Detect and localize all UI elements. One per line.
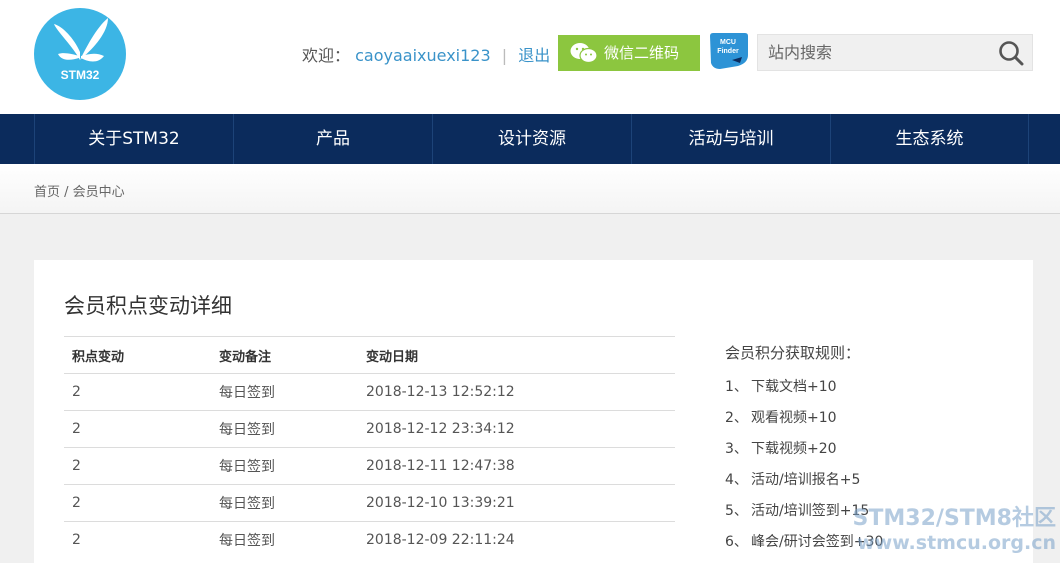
logo-text: STM32	[60, 68, 100, 82]
table-row: 2 每日签到 2018-12-11 12:47:38	[64, 447, 675, 485]
table-row: 2 每日签到 2018-12-12 23:34:12	[64, 410, 675, 448]
cell-points: 2	[64, 410, 211, 448]
search-input[interactable]	[768, 35, 988, 70]
wechat-icon	[570, 43, 598, 64]
table-row: 2 每日签到 2018-12-10 13:39:21	[64, 484, 675, 522]
table-row: 2 每日签到 2018-12-09 22:11:24	[64, 521, 675, 558]
cell-date: 2018-12-10 13:39:21	[358, 484, 675, 522]
rule-number: 4、	[725, 472, 748, 488]
nav-item-design-resources[interactable]: 设计资源	[432, 114, 631, 164]
rule-text: 下载视频+20	[751, 441, 837, 457]
points-table: 积点变动 变动备注 变动日期 2 每日签到 2018-12-13 12:52:1…	[64, 336, 675, 558]
rules-title: 会员积分获取规则：	[725, 344, 861, 362]
wechat-label: 微信二维码	[604, 44, 680, 62]
search-box	[757, 34, 1033, 71]
column-header-points: 积点变动	[64, 336, 211, 374]
rule-text: 活动/培训签到+15	[751, 503, 870, 519]
rule-item: 1、 下载文档+10	[725, 376, 883, 407]
cell-points: 2	[64, 484, 211, 522]
logout-link[interactable]: 退出	[518, 46, 550, 65]
table-header-row: 积点变动 变动备注 变动日期	[64, 336, 675, 374]
butterfly-icon	[54, 18, 108, 62]
cell-points: 2	[64, 521, 211, 558]
cell-points: 2	[64, 447, 211, 485]
rule-text: 峰会/研讨会签到+30	[751, 534, 884, 550]
nav-item-products[interactable]: 产品	[233, 114, 432, 164]
cell-date: 2018-12-11 12:47:38	[358, 447, 675, 485]
rule-number: 2、	[725, 410, 748, 426]
column-header-date: 变动日期	[358, 336, 675, 374]
cell-remark: 每日签到	[211, 373, 358, 411]
breadcrumb-bar: 首页 / 会员中心	[0, 164, 1060, 214]
nav-item-ecosystem[interactable]: 生态系统	[830, 114, 1029, 164]
rule-number: 5、	[725, 503, 748, 519]
cell-remark: 每日签到	[211, 521, 358, 558]
cell-remark: 每日签到	[211, 447, 358, 485]
rule-text: 活动/培训报名+5	[751, 472, 861, 488]
mcu-finder-icon[interactable]: MCU Finder	[710, 33, 748, 69]
rule-text: 下载文档+10	[751, 379, 837, 395]
wechat-qrcode-button[interactable]: 微信二维码	[558, 35, 700, 71]
column-header-remark: 变动备注	[211, 336, 358, 374]
cell-date: 2018-12-09 22:11:24	[358, 521, 675, 558]
search-icon[interactable]	[998, 40, 1024, 66]
table-row: 2 每日签到 2018-12-13 12:52:12	[64, 373, 675, 411]
site-header: STM32 欢迎： caoyaaixuexi123 | 退出 微信二维码 MCU…	[0, 0, 1060, 114]
points-rules: 会员积分获取规则： 1、 下载文档+10 2、 观看视频+10 3、 下载视频+20 …	[725, 342, 883, 562]
main-nav: 关于STM32 产品 设计资源 活动与培训 生态系统	[0, 114, 1060, 164]
rule-number: 1、	[725, 379, 748, 395]
cell-remark: 每日签到	[211, 484, 358, 522]
rule-item: 3、 下载视频+20	[725, 438, 883, 469]
mcu-finder-line1: MCU	[720, 39, 736, 46]
breadcrumb-current-link[interactable]: 会员中心	[73, 185, 125, 200]
mcu-finder-line2: Finder	[717, 48, 739, 55]
breadcrumb-divider: /	[60, 185, 73, 200]
breadcrumb: 首页 / 会员中心	[34, 181, 125, 200]
page-title: 会员积点变动详细	[64, 294, 232, 318]
content-panel: 会员积点变动详细 积点变动 变动备注 变动日期 2 每日签到 2018-12-1…	[34, 260, 1033, 563]
welcome-label: 欢迎：	[302, 46, 351, 65]
rule-item: 5、 活动/培训签到+15	[725, 500, 883, 531]
breadcrumb-home-link[interactable]: 首页	[34, 185, 60, 200]
welcome-bar: 欢迎： caoyaaixuexi123 | 退出	[302, 42, 550, 66]
cell-points: 2	[64, 373, 211, 411]
cell-date: 2018-12-12 23:34:12	[358, 410, 675, 448]
rule-item: 6、 峰会/研讨会签到+30	[725, 531, 883, 562]
rule-item: 4、 活动/培训报名+5	[725, 469, 883, 500]
cell-date: 2018-12-13 12:52:12	[358, 373, 675, 411]
rule-item: 2、 观看视频+10	[725, 407, 883, 438]
rule-number: 6、	[725, 534, 748, 550]
rule-number: 3、	[725, 441, 748, 457]
rule-text: 观看视频+10	[751, 410, 837, 426]
stm32-logo[interactable]: STM32	[34, 8, 126, 100]
nav-item-events-training[interactable]: 活动与培训	[631, 114, 830, 164]
cell-remark: 每日签到	[211, 410, 358, 448]
username-link[interactable]: caoyaaixuexi123	[355, 46, 491, 65]
separator: |	[501, 46, 508, 65]
nav-item-about[interactable]: 关于STM32	[34, 114, 233, 164]
